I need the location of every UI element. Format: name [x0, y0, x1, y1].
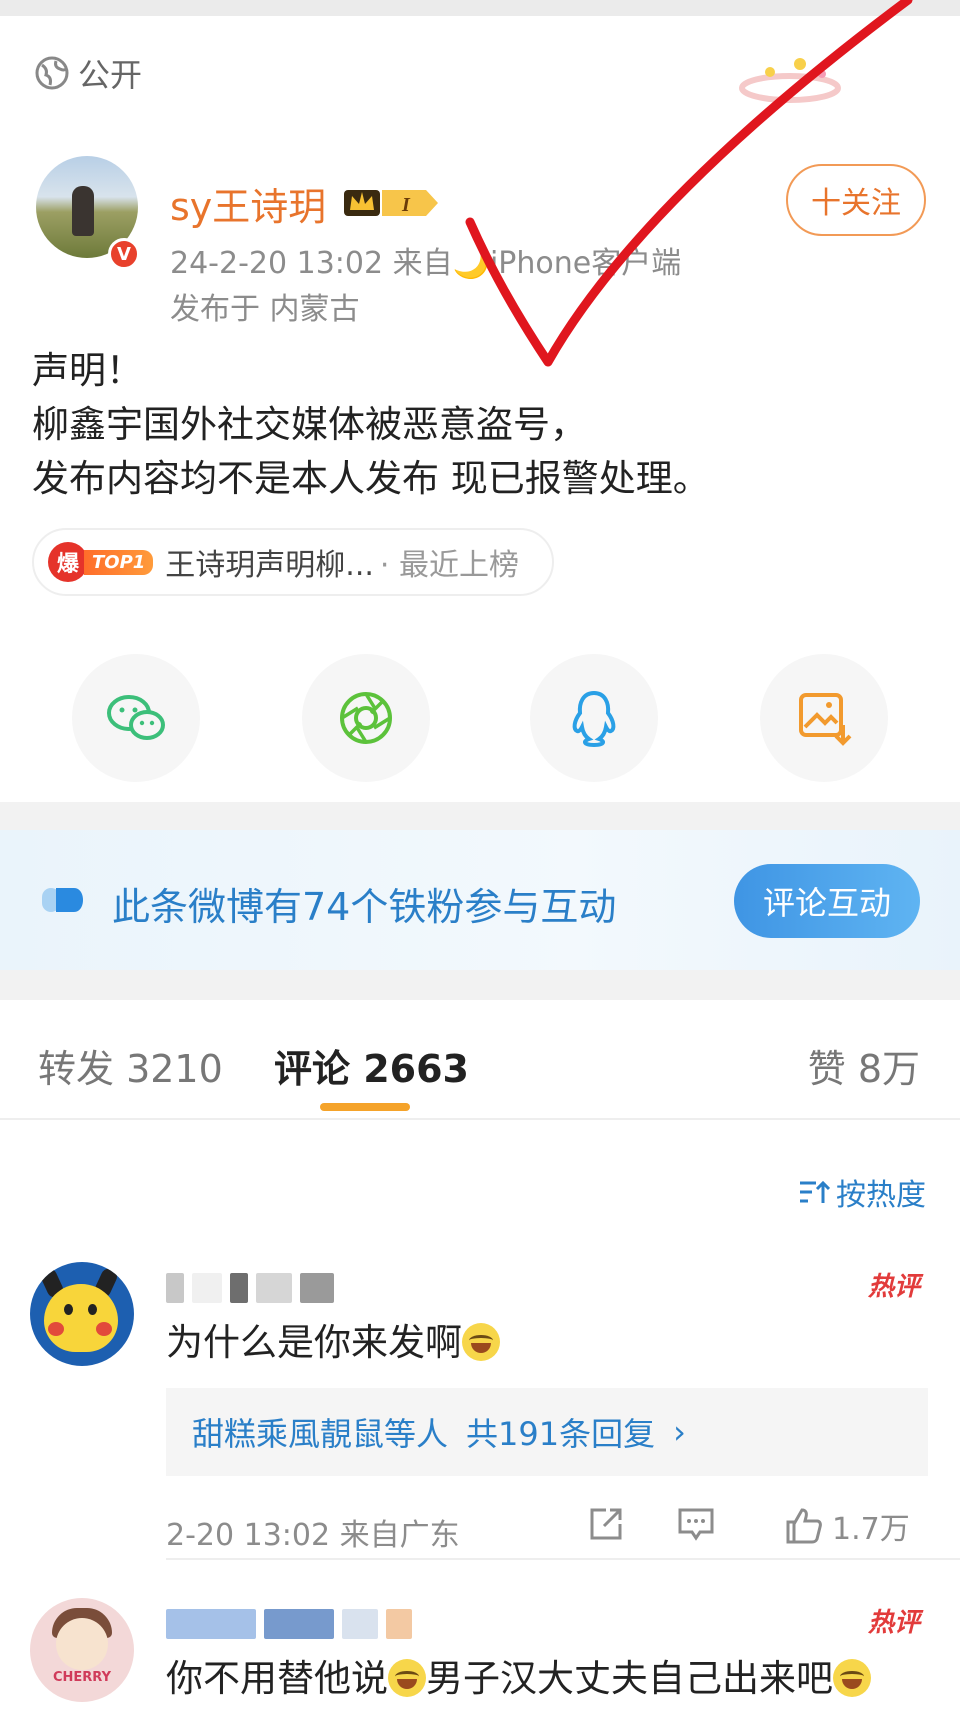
reply-summary-box[interactable]: 甜糕乘風靚鼠等人 共191条回复 › — [166, 1388, 928, 1476]
comment-item: 热评 为什么是你来发啊 甜糕乘風靚鼠等人 共191条回复 › 2-20 13:0… — [0, 1262, 960, 1562]
share-qq-button[interactable] — [530, 654, 658, 782]
sort-by-hot-button[interactable]: 按热度 — [796, 1170, 926, 1214]
visibility-label: 公开 — [78, 56, 143, 94]
laugh-cry-emoji-icon — [388, 1659, 426, 1697]
hot-badge-icon: 爆 — [48, 542, 88, 582]
moments-icon — [340, 692, 392, 744]
post-content-line: 柳鑫宇国外社交媒体被恶意盗号， — [32, 403, 587, 446]
share-comment-button[interactable] — [586, 1504, 626, 1544]
commenter-name-blurred[interactable] — [166, 1270, 334, 1306]
interaction-panel: 转发 3210 评论 2663 赞 8万 按热度 热评 为什么是你来发啊 甜糕乘… — [0, 1000, 960, 1715]
follow-button[interactable]: 十关注 — [786, 164, 926, 236]
level-badge-text: I — [401, 194, 411, 216]
share-icon — [590, 1508, 622, 1540]
hot-topic-status: · 最近上榜 — [379, 548, 519, 583]
wechat-icon — [107, 695, 165, 740]
comment-text-content: 为什么是你来发啊 — [166, 1321, 462, 1364]
top-rank-badge: TOP1 — [84, 549, 154, 575]
tab-likes[interactable]: 赞 8万 — [808, 1038, 920, 1093]
reply-count: 共191条回复 — [466, 1415, 656, 1453]
thumbs-up-icon — [786, 1508, 822, 1544]
qq-icon — [572, 690, 616, 748]
fans-banner-text: 此条微博有74个铁粉参与互动 — [112, 885, 617, 929]
like-comment-button[interactable]: 1.7万 — [784, 1504, 910, 1548]
post-content: 声明！ 柳鑫宇国外社交媒体被恶意盗号， 发布内容均不是本人发布 现已报警处理。 — [32, 344, 710, 506]
globe-icon — [35, 56, 69, 90]
sort-icon — [800, 1180, 830, 1203]
post-time-source: 24-2-20 13:02 来自🌙iPhone客户端 — [170, 246, 682, 281]
hot-topic-chip[interactable]: 爆 TOP1 王诗玥声明柳... · 最近上榜 — [32, 528, 554, 596]
top-gray-strip — [0, 0, 960, 16]
share-moments-button[interactable] — [302, 654, 430, 782]
post-content-line: 声明！ — [32, 349, 143, 392]
comment-text: 你不用替他说 男子汉大丈夫自己出来吧 — [166, 1648, 871, 1702]
decoration-ring-icon — [739, 58, 841, 103]
commenter-avatar[interactable] — [30, 1262, 134, 1366]
save-image-icon — [799, 693, 852, 746]
vip-crown-icon[interactable]: I — [342, 182, 442, 222]
hot-comment-tag: 热评 — [867, 1608, 920, 1638]
author-name[interactable]: sy王诗玥 — [170, 176, 326, 231]
weibo-post-page: 公开 V sy王诗玥 I 24-2-20 13:02 来自🌙iPhone客户端 … — [0, 0, 960, 1715]
tab-repost[interactable]: 转发 3210 — [38, 1038, 223, 1093]
chevron-right-icon: › — [673, 1413, 686, 1451]
comment-text-part: 你不用替他说 — [166, 1657, 388, 1700]
hot-comment-tag: 热评 — [867, 1272, 920, 1302]
comment-text: 为什么是你来发啊 — [166, 1312, 500, 1366]
fans-arrow-icon — [42, 888, 83, 912]
comment-divider — [166, 1558, 960, 1560]
post-location: 发布于 内蒙古 — [170, 292, 360, 327]
commenter-avatar[interactable]: CHERRY — [30, 1598, 134, 1702]
reply-comment-button[interactable] — [676, 1504, 716, 1544]
tab-divider — [0, 1118, 960, 1120]
fans-interaction-banner: 此条微博有74个铁粉参与互动 评论互动 — [0, 830, 960, 970]
like-count: 1.7万 — [832, 1512, 910, 1547]
comment-icon — [678, 1508, 714, 1541]
hot-topic-title: 王诗玥声明柳... — [165, 548, 374, 583]
verified-badge-icon: V — [108, 238, 140, 270]
save-image-button[interactable] — [760, 654, 888, 782]
share-wechat-button[interactable] — [72, 654, 200, 782]
comment-item: CHERRY 热评 你不用替他说 男子汉大丈夫自己出来吧 — [0, 1598, 960, 1715]
reply-users: 甜糕乘風靚鼠等人 — [192, 1415, 449, 1453]
share-row — [0, 654, 960, 782]
sort-label: 按热度 — [836, 1178, 926, 1213]
tab-comments[interactable]: 评论 2663 — [274, 1038, 469, 1093]
active-tab-indicator — [320, 1103, 410, 1111]
comment-time-location: 2-20 13:02 来自广东 — [166, 1518, 460, 1553]
laugh-cry-emoji-icon — [833, 1659, 871, 1697]
comment-text-part: 男子汉大丈夫自己出来吧 — [426, 1657, 833, 1700]
commenter-name-blurred[interactable] — [166, 1606, 412, 1642]
comment-interact-button[interactable]: 评论互动 — [734, 864, 920, 938]
post-content-line: 发布内容均不是本人发布 现已报警处理。 — [32, 457, 710, 500]
avatar-label: CHERRY — [52, 1670, 112, 1685]
visibility-indicator[interactable]: 公开 — [34, 50, 142, 96]
laugh-cry-emoji-icon — [462, 1323, 500, 1361]
post-card: 公开 V sy王诗玥 I 24-2-20 13:02 来自🌙iPhone客户端 … — [0, 16, 960, 802]
follow-label: 十关注 — [811, 186, 901, 221]
